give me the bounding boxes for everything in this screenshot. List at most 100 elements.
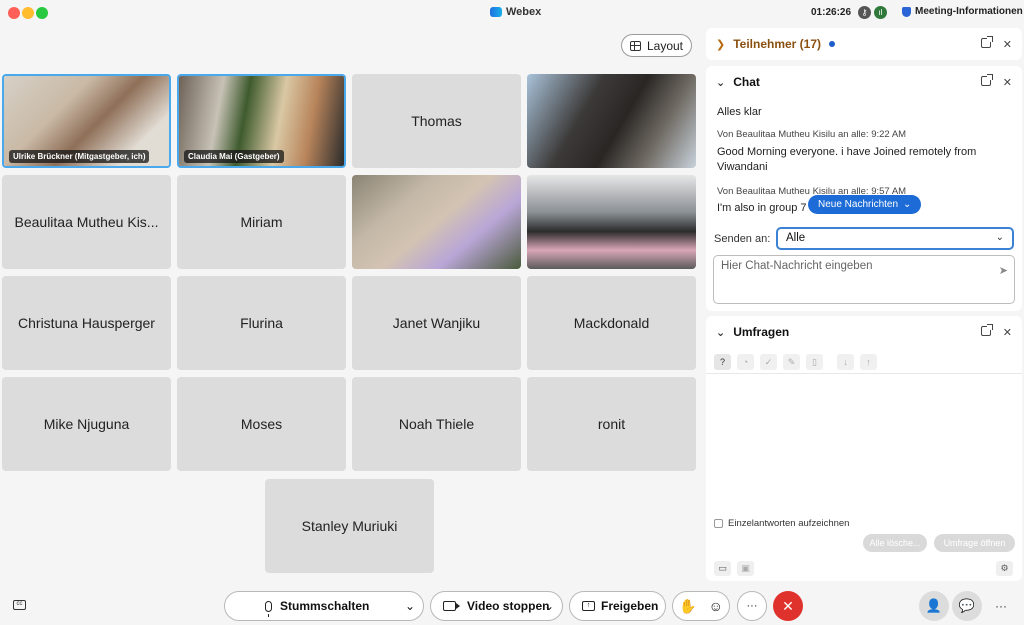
participant-name: Moses bbox=[240, 416, 283, 432]
participant-tile[interactable]: Thomas bbox=[352, 74, 521, 168]
lock-icon[interactable]: ⚷ bbox=[858, 6, 871, 19]
checkbox[interactable] bbox=[714, 519, 723, 528]
mute-button[interactable]: Stummschalten ⌄ bbox=[224, 591, 424, 621]
participant-tile[interactable]: Miriam bbox=[177, 175, 346, 269]
move-up-icon[interactable]: ↑ bbox=[860, 354, 877, 370]
share-screen-icon: ↑ bbox=[582, 601, 595, 611]
participant-tile[interactable]: ronit bbox=[527, 377, 696, 471]
status-dot bbox=[829, 41, 836, 47]
participant-name: Beaulitaa Mutheu Kis... bbox=[14, 214, 159, 230]
gear-icon[interactable]: ⚙ bbox=[996, 561, 1013, 576]
more-panels-button[interactable]: ··· bbox=[986, 591, 1016, 621]
popout-icon[interactable] bbox=[980, 324, 993, 336]
participant-tile[interactable]: Christuna Hausperger bbox=[2, 276, 171, 370]
close-icon: ✕ bbox=[782, 597, 794, 614]
more-options-button[interactable]: ··· bbox=[737, 591, 767, 621]
participant-tile[interactable]: Mackdonald bbox=[527, 276, 696, 370]
chevron-down-icon: ⌄ bbox=[716, 76, 726, 89]
minimize-window-button[interactable] bbox=[22, 7, 34, 19]
shield-icon bbox=[902, 6, 911, 17]
person-icon: 👤 bbox=[925, 598, 943, 613]
signal-icon[interactable]: ıl bbox=[874, 6, 887, 19]
participants-header[interactable]: ❯ Teilnehmer (17) bbox=[716, 28, 836, 60]
save-icon[interactable]: ▣ bbox=[737, 561, 754, 576]
participant-tile[interactable]: Mike Njuguna bbox=[2, 377, 171, 471]
participant-tile[interactable] bbox=[527, 74, 696, 168]
chat-message: Alles klar bbox=[717, 106, 762, 118]
participants-panel: ❯ Teilnehmer (17) ✕ bbox=[706, 28, 1022, 60]
popout-icon[interactable] bbox=[980, 36, 993, 48]
participant-name: ronit bbox=[597, 416, 626, 432]
polls-header[interactable]: ⌄ Umfragen bbox=[716, 316, 789, 348]
participant-tile[interactable]: Janet Wanjiku bbox=[352, 276, 521, 370]
participants-button[interactable]: 👤 bbox=[919, 591, 949, 621]
close-icon[interactable]: ✕ bbox=[1003, 38, 1012, 51]
participant-tile[interactable]: Flurina bbox=[177, 276, 346, 370]
participant-video bbox=[527, 74, 696, 168]
close-icon[interactable]: ✕ bbox=[1003, 76, 1012, 89]
delete-all-button[interactable]: Alle lösche... bbox=[863, 534, 927, 552]
record-individual-option[interactable]: Einzelantworten aufzeichnen bbox=[714, 518, 849, 529]
participant-tile[interactable]: Beaulitaa Mutheu Kis... bbox=[2, 175, 171, 269]
poll-toolbar: ? ◔ ✓ ✎ ▯ ↓ ↑ bbox=[714, 354, 877, 370]
divider bbox=[706, 373, 1022, 374]
edit-icon[interactable]: ✎ bbox=[783, 354, 800, 370]
participant-name: Miriam bbox=[240, 214, 283, 230]
microphone-icon bbox=[265, 600, 272, 617]
app-title: Webex bbox=[490, 6, 541, 18]
participant-tile[interactable]: Claudia Mai (Gastgeber) bbox=[177, 74, 346, 168]
participant-tile[interactable]: Noah Thiele bbox=[352, 377, 521, 471]
participant-name: Thomas bbox=[411, 113, 462, 129]
send-to-select[interactable]: Alle ⌄ bbox=[776, 227, 1014, 250]
move-down-icon[interactable]: ↓ bbox=[837, 354, 854, 370]
end-call-button[interactable]: ✕ bbox=[773, 591, 803, 621]
raise-hand-icon[interactable]: ✋ bbox=[679, 598, 696, 615]
webex-logo-icon bbox=[490, 7, 502, 17]
participant-tile[interactable]: Moses bbox=[177, 377, 346, 471]
layout-button[interactable]: Layout bbox=[621, 34, 692, 57]
participant-name-label: Ulrike Brückner (Mitgastgeber, ich) bbox=[9, 150, 150, 163]
chat-message: Good Morning everyone. i have Joined rem… bbox=[717, 146, 977, 173]
open-poll-button[interactable]: Umfrage öffnen bbox=[934, 534, 1015, 552]
send-to-label: Senden an: bbox=[714, 233, 771, 245]
meeting-info-button[interactable]: Meeting-Informationen bbox=[902, 6, 1023, 17]
check-icon[interactable]: ✓ bbox=[760, 354, 777, 370]
popout-icon[interactable] bbox=[980, 74, 993, 86]
send-icon[interactable]: ➤ bbox=[999, 264, 1008, 277]
captions-icon[interactable]: cc bbox=[13, 600, 26, 610]
stop-video-button[interactable]: Video stoppen ⌄ bbox=[430, 591, 563, 621]
participant-video bbox=[527, 175, 696, 269]
camera-icon bbox=[443, 601, 460, 611]
chevron-down-icon[interactable]: ⌄ bbox=[544, 599, 554, 613]
chat-header[interactable]: ⌄ Chat bbox=[716, 66, 760, 98]
delete-icon[interactable]: ▯ bbox=[806, 354, 823, 370]
grid-layout-icon bbox=[629, 40, 641, 51]
maximize-window-button[interactable] bbox=[36, 7, 48, 19]
question-type-icon[interactable]: ? bbox=[714, 354, 731, 370]
chat-input[interactable]: Hier Chat-Nachricht eingeben ➤ bbox=[713, 255, 1015, 304]
participant-name-label: Claudia Mai (Gastgeber) bbox=[184, 150, 284, 163]
chevron-down-icon: ⌄ bbox=[903, 199, 912, 210]
chevron-down-icon: ⌄ bbox=[995, 232, 1004, 243]
participant-name: Stanley Muriuki bbox=[301, 518, 398, 534]
chevron-right-icon: ❯ bbox=[716, 38, 726, 51]
participant-video bbox=[352, 175, 521, 269]
new-messages-button[interactable]: Neue Nachrichten ⌄ bbox=[808, 195, 922, 214]
participant-tile[interactable] bbox=[352, 175, 521, 269]
chevron-down-icon[interactable]: ⌄ bbox=[405, 599, 415, 613]
participant-name: Mike Njuguna bbox=[43, 416, 130, 432]
close-window-button[interactable] bbox=[8, 7, 20, 19]
share-button[interactable]: ↑ Freigeben bbox=[569, 591, 666, 621]
participant-tile[interactable]: Stanley Muriuki bbox=[265, 479, 434, 573]
chevron-down-icon: ⌄ bbox=[716, 326, 726, 339]
participant-tile[interactable] bbox=[527, 175, 696, 269]
close-icon[interactable]: ✕ bbox=[1003, 326, 1012, 339]
title-bar: Webex 01:26:26 ⚷ ıl Meeting-Informatione… bbox=[0, 0, 1024, 26]
folder-icon[interactable]: ▭ bbox=[714, 561, 731, 576]
participant-name: Christuna Hausperger bbox=[18, 315, 155, 331]
multiple-choice-icon[interactable]: ◔ bbox=[737, 354, 754, 370]
chat-button[interactable]: 💬 bbox=[952, 591, 982, 621]
participant-tile[interactable]: Ulrike Brückner (Mitgastgeber, ich) bbox=[2, 74, 171, 168]
reactions-group: ✋ ☺ bbox=[672, 591, 730, 621]
emoji-icon[interactable]: ☺ bbox=[709, 598, 723, 614]
